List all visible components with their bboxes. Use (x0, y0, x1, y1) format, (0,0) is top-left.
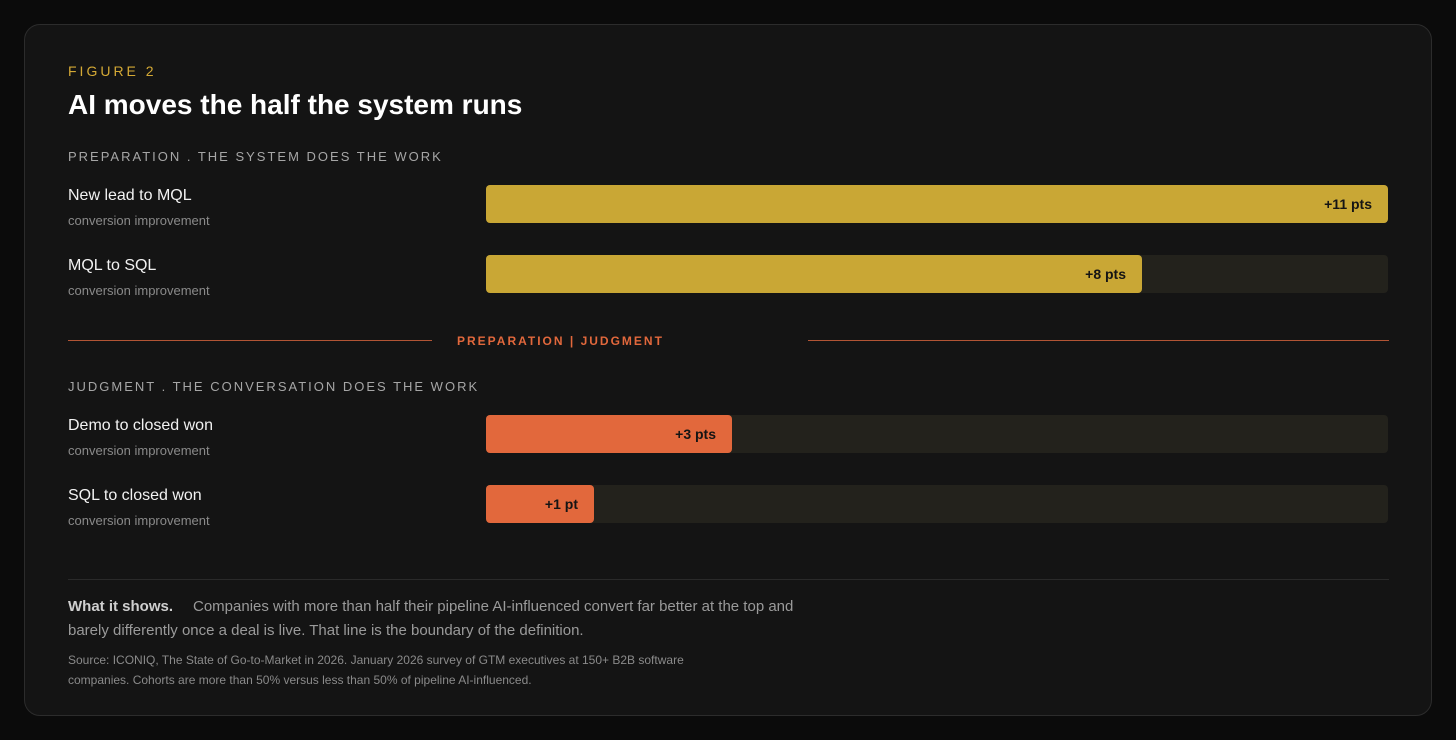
divider-line-right (808, 340, 1389, 341)
bar-category-label: SQL to closed won (68, 487, 202, 504)
what-it-shows-lead: What it shows. (68, 598, 173, 615)
bar-track: +1 pt (486, 485, 1388, 523)
bar-track: +11 pts (486, 185, 1388, 223)
bar-value-label: +11 pts (1324, 196, 1372, 212)
bar-row: MQL to SQL conversion improvement +8 pts (68, 255, 1389, 305)
footer-rule (68, 579, 1389, 580)
source-note: Source: ICONIQ, The State of Go-to-Marke… (68, 653, 684, 687)
bar-value-label: +8 pts (1085, 266, 1126, 282)
bar-category-label: New lead to MQL (68, 187, 192, 204)
bar-row: New lead to MQL conversion improvement +11… (68, 185, 1389, 235)
bar-category-subtitle: conversion improvement (68, 513, 210, 528)
bar: +8 pts (486, 255, 1142, 293)
section-heading-preparation: PREPARATION . THE SYSTEM DOES THE WORK (68, 149, 443, 164)
bar-value-label: +1 pt (544, 496, 578, 512)
bar-category-subtitle: conversion improvement (68, 283, 210, 298)
bar-row: SQL to closed won conversion improvement +… (68, 485, 1389, 535)
section-heading-judgment: JUDGMENT . THE CONVERSATION DOES THE WOR… (68, 379, 480, 394)
figure-content: FIGURE 2 AI moves the half the system ru… (68, 25, 1389, 715)
bar-category-label: MQL to SQL (68, 257, 157, 274)
what-it-shows-text: Companies with more than half their pipe… (68, 598, 794, 639)
bar: +3 pts (486, 415, 732, 453)
bar: +11 pts (486, 185, 1388, 223)
bar-category-subtitle: conversion improvement (68, 443, 210, 458)
bar-category-label: Demo to closed won (68, 417, 213, 434)
figure-title: AI moves the half the system runs (68, 89, 523, 120)
bar-value-label: +3 pts (675, 426, 716, 442)
divider-label: PREPARATION | JUDGMENT (457, 334, 664, 348)
bar-track: +3 pts (486, 415, 1388, 453)
bar-category-subtitle: conversion improvement (68, 213, 210, 228)
what-it-shows: What it shows. Companies with more than h… (68, 595, 828, 643)
figure-eyebrow: FIGURE 2 (68, 63, 157, 79)
bar: +1 pt (486, 485, 594, 523)
bar-row: Demo to closed won conversion improvement… (68, 415, 1389, 465)
figure-card: FIGURE 2 AI moves the half the system ru… (24, 24, 1432, 716)
divider-line-left (68, 340, 432, 341)
bar-track: +8 pts (486, 255, 1388, 293)
